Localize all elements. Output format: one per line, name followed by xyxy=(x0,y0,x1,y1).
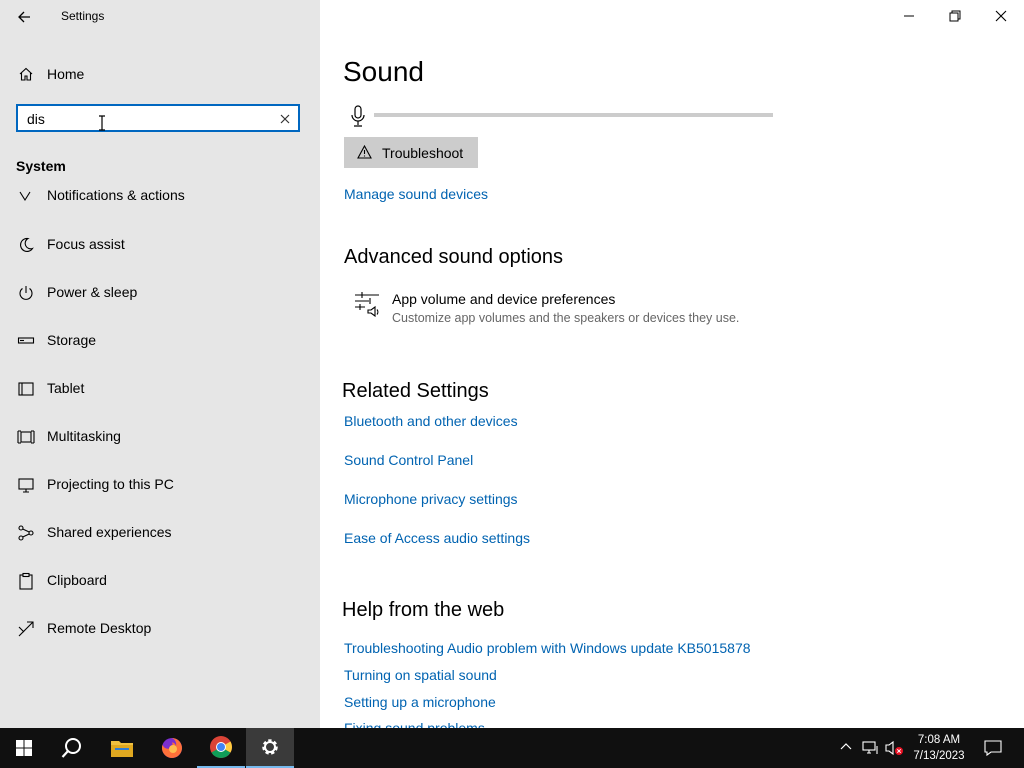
sidebar-item-label: Tablet xyxy=(47,380,85,396)
firefox-icon xyxy=(161,738,182,758)
action-center-button[interactable] xyxy=(978,728,1008,768)
app-volume-description: Customize app volumes and the speakers o… xyxy=(392,311,740,325)
search-icon xyxy=(61,738,81,758)
taskbar: 7:08 AM 7/13/2023 xyxy=(0,728,1024,768)
search-taskbar-button[interactable] xyxy=(48,728,96,768)
storage-icon xyxy=(17,337,35,344)
related-settings-heading: Related Settings xyxy=(342,380,489,402)
chrome-button[interactable] xyxy=(197,728,245,768)
troubleshoot-button[interactable]: Troubleshoot xyxy=(344,137,478,168)
start-button[interactable] xyxy=(0,728,48,768)
warning-icon xyxy=(357,145,372,159)
close-icon xyxy=(995,10,1007,22)
remote-desktop-icon xyxy=(18,621,34,637)
minimize-button[interactable] xyxy=(886,0,932,32)
sidebar: Settings Home System Notifications & act… xyxy=(0,0,320,728)
app-volume-icon xyxy=(355,292,379,317)
microphone-icon xyxy=(351,105,365,127)
home-icon xyxy=(19,67,33,81)
multitasking-icon xyxy=(17,430,35,444)
sidebar-item-label: Shared experiences xyxy=(47,524,172,540)
file-explorer-button[interactable] xyxy=(98,728,146,768)
help-link-audio-problem[interactable]: Troubleshooting Audio problem with Windo… xyxy=(344,640,751,656)
sidebar-item-power-sleep[interactable]: Power & sleep xyxy=(0,272,320,312)
clipboard-icon xyxy=(19,572,33,590)
sidebar-item-label: Multitasking xyxy=(47,428,121,444)
help-link-spatial-sound[interactable]: Turning on spatial sound xyxy=(344,667,497,683)
microphone-privacy-link[interactable]: Microphone privacy settings xyxy=(344,491,518,507)
sidebar-item-label: Clipboard xyxy=(47,572,107,588)
sidebar-item-storage[interactable]: Storage xyxy=(0,320,320,360)
back-arrow-icon xyxy=(18,11,30,23)
firefox-button[interactable] xyxy=(148,728,196,768)
sidebar-item-tablet[interactable]: Tablet xyxy=(0,368,320,408)
text-cursor-icon xyxy=(99,115,105,131)
sidebar-item-home[interactable]: Home xyxy=(0,56,320,90)
sidebar-item-focus-assist[interactable]: Focus assist xyxy=(0,224,320,264)
gear-icon xyxy=(262,739,278,755)
clear-search-icon[interactable] xyxy=(278,112,292,126)
speaker-muted-icon[interactable] xyxy=(885,740,905,756)
sidebar-item-shared-experiences[interactable]: Shared experiences xyxy=(0,512,320,552)
clock-date: 7/13/2023 xyxy=(913,750,965,762)
help-from-web-heading: Help from the web xyxy=(342,599,505,621)
chrome-icon xyxy=(210,736,232,758)
ease-of-access-audio-link[interactable]: Ease of Access audio settings xyxy=(344,530,530,546)
app-title: Settings xyxy=(61,9,105,23)
sidebar-item-remote-desktop[interactable]: Remote Desktop xyxy=(0,608,320,648)
network-icon[interactable] xyxy=(862,740,880,756)
windows-logo-icon xyxy=(16,740,32,756)
chevron-up-icon[interactable] xyxy=(839,740,853,754)
help-link-fixing-sound-clipped[interactable]: Fixing sound problems xyxy=(344,720,485,728)
folder-icon xyxy=(111,741,133,757)
sidebar-item-clipboard[interactable]: Clipboard xyxy=(0,560,320,600)
sidebar-item-label: Remote Desktop xyxy=(47,620,152,636)
search-input[interactable] xyxy=(27,110,267,128)
help-link-fixing-sound[interactable]: Fixing sound problems xyxy=(344,720,485,728)
minimize-icon xyxy=(904,15,914,17)
back-button[interactable] xyxy=(14,6,36,28)
advanced-sound-heading: Advanced sound options xyxy=(344,246,564,268)
search-box[interactable] xyxy=(16,104,300,132)
notifications-icon xyxy=(19,191,31,202)
sidebar-item-projecting[interactable]: Projecting to this PC xyxy=(0,464,320,504)
page-title: Sound xyxy=(343,56,424,87)
troubleshoot-label: Troubleshoot xyxy=(382,145,464,161)
app-volume-preferences[interactable]: App volume and device preferences xyxy=(392,291,615,307)
moon-icon xyxy=(20,237,34,252)
bluetooth-devices-link[interactable]: Bluetooth and other devices xyxy=(344,413,518,429)
sound-control-panel-link[interactable]: Sound Control Panel xyxy=(344,452,473,468)
sidebar-item-label: Focus assist xyxy=(47,236,125,252)
clock-time: 7:08 AM xyxy=(917,734,961,746)
shared-icon xyxy=(18,525,34,541)
taskbar-clock[interactable]: 7:08 AM 7/13/2023 xyxy=(908,732,970,764)
restore-icon xyxy=(949,10,961,22)
sidebar-item-label: Notifications & actions xyxy=(47,187,185,203)
restore-button[interactable] xyxy=(932,0,978,32)
tablet-icon xyxy=(18,382,34,396)
sidebar-item-label: Projecting to this PC xyxy=(47,476,174,492)
notification-icon xyxy=(984,740,1002,757)
sidebar-item-label: Storage xyxy=(47,332,97,348)
help-link-microphone[interactable]: Setting up a microphone xyxy=(344,694,496,710)
power-icon xyxy=(19,286,33,300)
projector-icon xyxy=(18,478,34,493)
sidebar-item-label: Power & sleep xyxy=(47,284,138,300)
sidebar-item-notifications[interactable]: Notifications & actions xyxy=(0,182,320,204)
sidebar-item-multitasking[interactable]: Multitasking xyxy=(0,416,320,456)
manage-sound-devices-link[interactable]: Manage sound devices xyxy=(344,186,488,202)
settings-taskbar-button[interactable] xyxy=(246,728,294,768)
close-button[interactable] xyxy=(978,0,1024,32)
sidebar-item-label: Home xyxy=(47,66,85,82)
mic-level-bar xyxy=(374,113,773,117)
section-title: System xyxy=(16,158,66,174)
